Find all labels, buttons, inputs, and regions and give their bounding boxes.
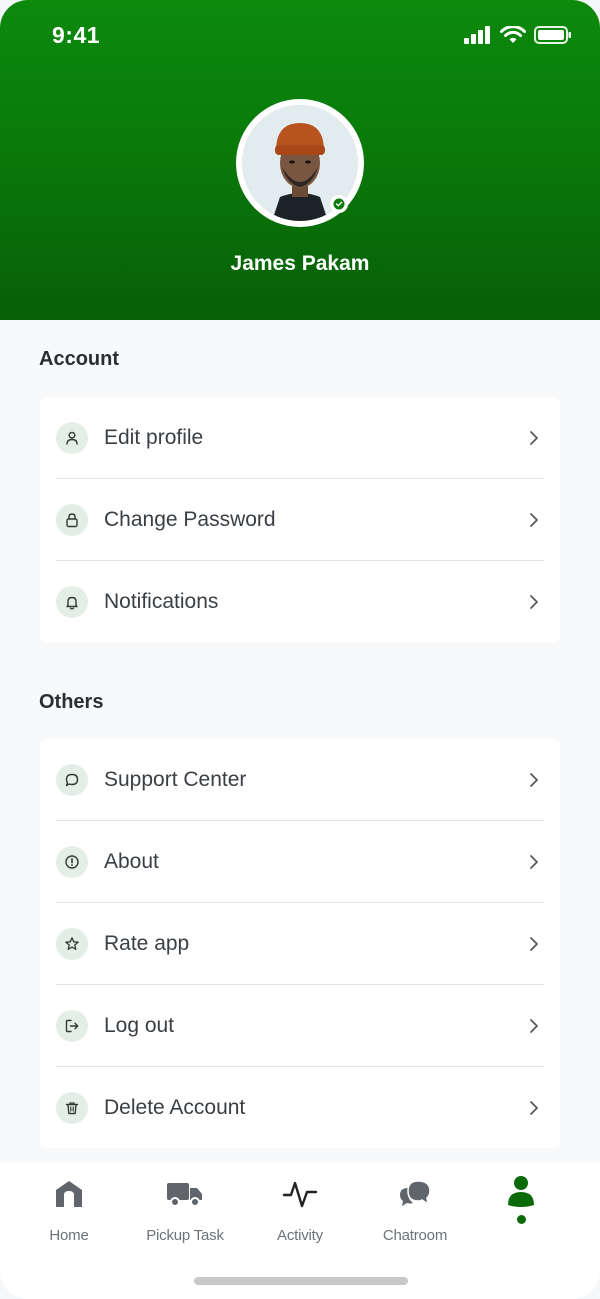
status-icons — [464, 26, 572, 44]
menu-item-label: Change Password — [104, 507, 276, 531]
active-indicator — [516, 1215, 526, 1224]
account-card: Edit profile Change Password Notificatio… — [40, 397, 560, 642]
avatar[interactable] — [236, 99, 364, 227]
others-card: Support Center About Rate app Log out De… — [40, 739, 560, 1148]
star-icon — [56, 927, 88, 960]
menu-item-change-password[interactable]: Change Password — [56, 479, 544, 561]
home-icon — [14, 1175, 124, 1213]
status-time: 9:41 — [52, 22, 101, 48]
home-indicator[interactable] — [194, 1277, 408, 1285]
menu-item-label: Notifications — [104, 589, 219, 613]
logout-icon — [56, 1009, 88, 1042]
user-icon — [56, 421, 88, 454]
profile-header: 9:41 James Pakam — [0, 0, 600, 320]
menu-item-label: Rate app — [104, 931, 190, 955]
menu-item-label: Log out — [104, 1013, 175, 1037]
chat-bubble-icon — [56, 763, 88, 796]
truck-icon — [130, 1175, 240, 1213]
verified-badge-icon — [330, 195, 348, 213]
user-name: James Pakam — [230, 252, 370, 275]
menu-item-label: Support Center — [104, 767, 247, 791]
menu-item-label: Delete Account — [104, 1095, 246, 1119]
chevron-right-icon — [524, 592, 544, 612]
chevron-right-icon — [524, 428, 544, 448]
nav-item-activity[interactable]: Activity — [245, 1175, 355, 1244]
chatroom-icon — [360, 1175, 470, 1213]
chevron-right-icon — [524, 852, 544, 872]
profile-icon — [466, 1175, 576, 1213]
nav-label: Activity — [277, 1227, 323, 1244]
info-icon — [56, 845, 88, 878]
battery-icon — [534, 26, 572, 44]
nav-item-home[interactable]: Home — [14, 1175, 124, 1244]
chevron-right-icon — [524, 1098, 544, 1118]
nav-item-profile[interactable] — [466, 1175, 576, 1224]
signal-icon — [464, 26, 492, 44]
status-bar: 9:41 — [0, 0, 600, 72]
nav-label: Pickup Task — [146, 1227, 224, 1244]
menu-item-about[interactable]: About — [56, 821, 544, 903]
trash-icon — [56, 1091, 88, 1124]
menu-item-edit-profile[interactable]: Edit profile — [56, 397, 544, 479]
wifi-icon — [500, 26, 526, 44]
activity-icon — [245, 1175, 355, 1213]
menu-item-notifications[interactable]: Notifications — [56, 561, 544, 642]
menu-item-label: About — [104, 849, 159, 873]
profile-screen: 9:41 James Pakam Account Edit profile Ch… — [0, 0, 600, 1299]
section-title-account: Account — [39, 348, 119, 370]
lock-icon — [56, 503, 88, 536]
menu-item-rate-app[interactable]: Rate app — [56, 903, 544, 985]
nav-label: Chatroom — [382, 1227, 448, 1244]
nav-item-chatroom[interactable]: Chatroom — [360, 1175, 470, 1244]
chevron-right-icon — [524, 770, 544, 790]
nav-item-pickup-task[interactable]: Pickup Task — [130, 1175, 240, 1244]
chevron-right-icon — [524, 934, 544, 954]
chevron-right-icon — [524, 510, 544, 530]
menu-item-delete-account[interactable]: Delete Account — [56, 1067, 544, 1148]
nav-label: Home — [49, 1227, 89, 1244]
bell-icon — [56, 585, 88, 618]
section-title-others: Others — [39, 691, 104, 713]
menu-item-log-out[interactable]: Log out — [56, 985, 544, 1067]
menu-item-label: Edit profile — [104, 425, 204, 449]
chevron-right-icon — [524, 1016, 544, 1036]
menu-item-support-center[interactable]: Support Center — [56, 739, 544, 821]
